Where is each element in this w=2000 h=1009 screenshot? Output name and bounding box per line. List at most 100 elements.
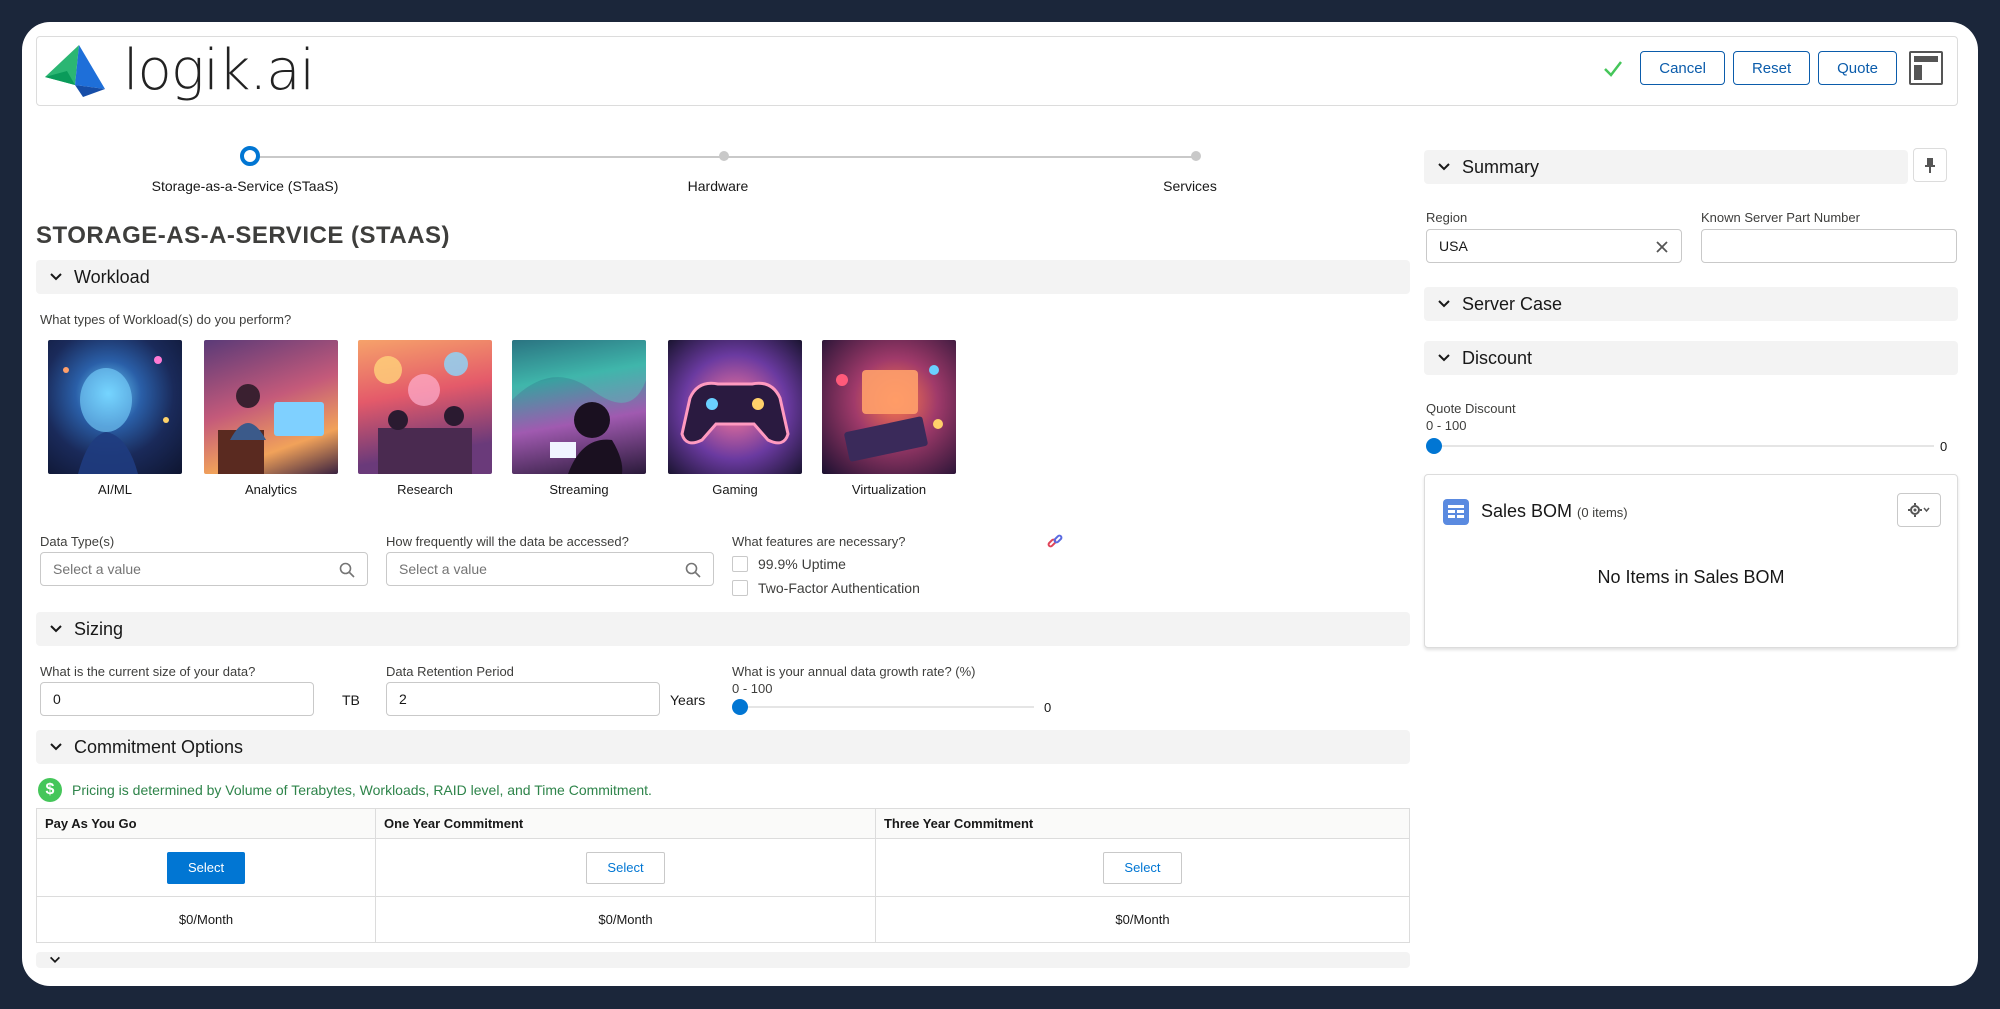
current-size-value: 0 bbox=[53, 691, 61, 707]
link-icon[interactable] bbox=[1046, 533, 1064, 551]
cancel-button[interactable]: Cancel bbox=[1640, 51, 1725, 85]
table-cell: Select bbox=[375, 838, 876, 897]
chevron-down-icon bbox=[1438, 163, 1450, 171]
server-case-section-header[interactable]: Server Case bbox=[1424, 287, 1958, 321]
reset-button[interactable]: Reset bbox=[1732, 51, 1811, 85]
current-size-label: What is the current size of your data? bbox=[40, 664, 256, 679]
streaming-image bbox=[512, 340, 646, 474]
data-types-placeholder: Select a value bbox=[53, 561, 141, 577]
growth-range: 0 - 100 bbox=[732, 681, 773, 696]
workload-tile-virtualization[interactable]: Virtualization bbox=[822, 340, 956, 497]
table-cell: Select bbox=[874, 838, 1411, 897]
step-indicator-hardware[interactable] bbox=[719, 151, 729, 161]
retention-value: 2 bbox=[399, 691, 407, 707]
step-label-services[interactable]: Services bbox=[1163, 178, 1217, 194]
workload-tile-gaming[interactable]: Gaming bbox=[668, 340, 802, 497]
header-actions: Cancel Reset Quote bbox=[1602, 51, 1943, 85]
workload-tile-analytics[interactable]: Analytics bbox=[204, 340, 338, 497]
tile-caption: AI/ML bbox=[98, 482, 132, 497]
section-label: Commitment Options bbox=[74, 736, 244, 757]
table-icon bbox=[1443, 499, 1469, 525]
region-input[interactable]: USA bbox=[1426, 229, 1682, 263]
logo-text: logik.ai bbox=[123, 38, 315, 103]
check-icon bbox=[1604, 61, 1623, 77]
quote-button[interactable]: Quote bbox=[1818, 51, 1897, 85]
section-label: Workload bbox=[74, 266, 150, 287]
uptime-checkbox[interactable] bbox=[732, 556, 748, 572]
region-value: USA bbox=[1439, 238, 1468, 254]
logo: logik.ai bbox=[45, 38, 315, 103]
quote-discount-range: 0 - 100 bbox=[1426, 418, 1467, 433]
virtualization-image bbox=[822, 340, 956, 474]
current-size-input[interactable]: 0 bbox=[40, 682, 314, 716]
two-factor-label: Two-Factor Authentication bbox=[758, 580, 920, 596]
chevron-down-icon bbox=[1438, 300, 1450, 308]
col-header-one-year: One Year Commitment bbox=[375, 808, 876, 839]
select-payg-button[interactable]: Select bbox=[166, 851, 246, 884]
app-window: logik.ai Cancel Reset Quote Storage-as-a… bbox=[22, 22, 1978, 986]
tile-caption: Streaming bbox=[549, 482, 609, 497]
gear-icon bbox=[1908, 503, 1930, 517]
retention-label: Data Retention Period bbox=[386, 664, 514, 679]
clear-icon[interactable] bbox=[1655, 240, 1669, 254]
sales-bom-empty-message: No Items in Sales BOM bbox=[1597, 567, 1785, 587]
frequency-placeholder: Select a value bbox=[399, 561, 487, 577]
uptime-label: 99.9% Uptime bbox=[758, 556, 846, 572]
dollar-icon: $ bbox=[38, 778, 62, 802]
col-header-payg: Pay As You Go bbox=[35, 808, 377, 839]
commitment-section-header[interactable]: Commitment Options bbox=[36, 730, 1410, 764]
part-number-label: Known Server Part Number bbox=[1701, 210, 1860, 225]
growth-slider-thumb[interactable] bbox=[732, 699, 748, 715]
pricing-info: $ Pricing is determined by Volume of Ter… bbox=[38, 778, 652, 802]
chevron-down-icon bbox=[50, 625, 62, 633]
settings-menu-button[interactable] bbox=[1897, 493, 1941, 527]
workload-section-header[interactable]: Workload bbox=[36, 260, 1410, 294]
data-types-select[interactable]: Select a value bbox=[40, 552, 368, 586]
workload-tile-research[interactable]: Research bbox=[358, 340, 492, 497]
pin-icon bbox=[1925, 158, 1935, 173]
discount-section-header[interactable]: Discount bbox=[1424, 341, 1958, 375]
step-indicator-services[interactable] bbox=[1191, 151, 1201, 161]
select-three-year-button[interactable]: Select bbox=[1103, 851, 1182, 884]
frequency-select[interactable]: Select a value bbox=[386, 552, 714, 586]
chevron-down-icon bbox=[50, 743, 62, 751]
chevron-down-icon bbox=[50, 956, 60, 963]
step-indicator-current[interactable] bbox=[240, 146, 260, 166]
select-one-year-button[interactable]: Select bbox=[586, 851, 665, 884]
tile-caption: Research bbox=[397, 482, 453, 497]
summary-section-header[interactable]: Summary bbox=[1424, 150, 1908, 184]
step-label-hardware[interactable]: Hardware bbox=[688, 178, 749, 194]
data-types-label: Data Type(s) bbox=[40, 534, 115, 549]
frequency-label: How frequently will the data be accessed… bbox=[386, 534, 629, 549]
pin-button[interactable] bbox=[1913, 148, 1947, 182]
chevron-down-icon bbox=[50, 273, 62, 281]
two-factor-checkbox[interactable] bbox=[732, 580, 748, 596]
sizing-section-header[interactable]: Sizing bbox=[36, 612, 1410, 646]
layout-icon[interactable] bbox=[1909, 51, 1943, 85]
sales-bom-card: Sales BOM (0 items) No Items in Sales BO… bbox=[1424, 474, 1958, 648]
search-icon bbox=[339, 562, 355, 578]
page-title: STORAGE-AS-A-SERVICE (STAAS) bbox=[36, 222, 451, 249]
retention-input[interactable]: 2 bbox=[386, 682, 660, 716]
retention-unit: Years bbox=[670, 692, 706, 708]
part-number-input[interactable] bbox=[1701, 229, 1957, 263]
section-label: Sizing bbox=[74, 618, 124, 639]
commitment-table: Pay As You Go One Year Commitment Three … bbox=[35, 808, 1411, 943]
growth-label: What is your annual data growth rate? (%… bbox=[732, 664, 976, 679]
discount-slider-thumb[interactable] bbox=[1426, 438, 1442, 454]
tile-caption: Analytics bbox=[244, 482, 298, 497]
growth-slider-track[interactable] bbox=[740, 706, 1034, 708]
current-size-unit: TB bbox=[342, 692, 360, 708]
discount-slider-track[interactable] bbox=[1434, 445, 1934, 447]
aiml-image bbox=[48, 340, 182, 474]
table-cell: Select bbox=[35, 838, 377, 897]
workload-question: What types of Workload(s) do you perform… bbox=[40, 312, 292, 327]
step-label-staas[interactable]: Storage-as-a-Service (STaaS) bbox=[152, 178, 339, 194]
features-label: What features are necessary? bbox=[732, 534, 906, 549]
logo-icon bbox=[45, 45, 105, 97]
workload-tile-aiml[interactable]: AI/ML bbox=[48, 340, 182, 497]
workload-tile-streaming[interactable]: Streaming bbox=[512, 340, 646, 497]
collapsed-section-header[interactable] bbox=[36, 952, 1410, 968]
region-label: Region bbox=[1426, 210, 1468, 225]
app-header: logik.ai Cancel Reset Quote bbox=[36, 36, 1958, 106]
